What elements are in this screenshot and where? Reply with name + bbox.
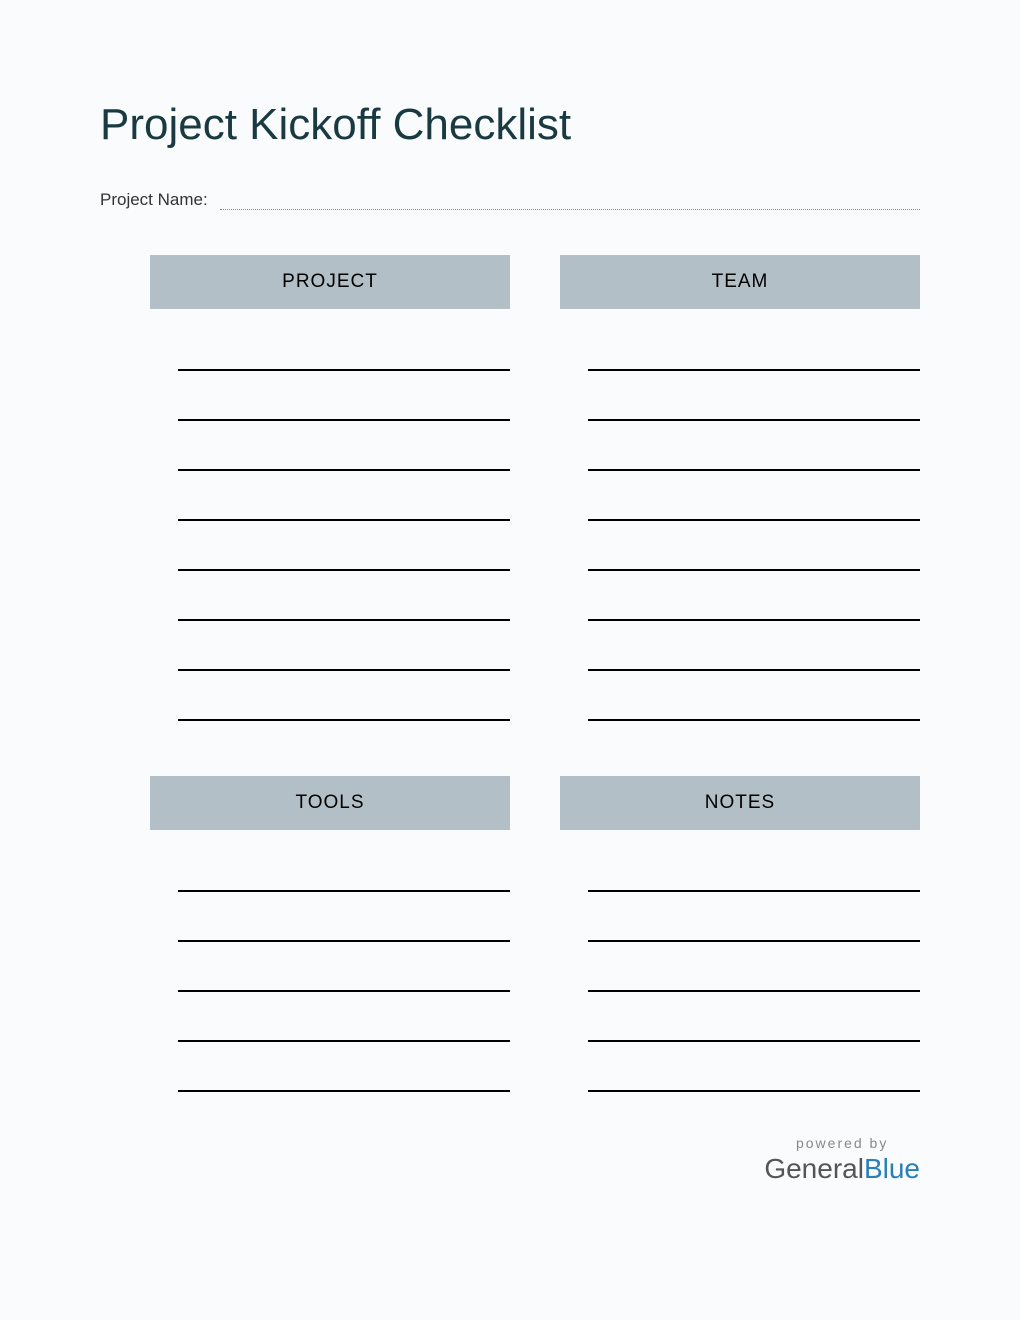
line-item[interactable] xyxy=(588,942,920,992)
project-name-label: Project Name: xyxy=(100,190,208,210)
section-lines-notes xyxy=(560,860,920,1092)
line-item[interactable] xyxy=(588,471,920,521)
line-item[interactable] xyxy=(588,860,920,892)
brand-part2: Blue xyxy=(864,1153,920,1184)
powered-by-label: powered by xyxy=(764,1135,920,1151)
section-project: PROJECT xyxy=(150,255,510,721)
project-name-row: Project Name: xyxy=(100,190,920,210)
section-tools: TOOLS xyxy=(150,776,510,1092)
line-item[interactable] xyxy=(178,892,510,942)
footer: powered by GeneralBlue xyxy=(764,1135,920,1185)
line-item[interactable] xyxy=(178,371,510,421)
brand-logo: GeneralBlue xyxy=(764,1153,920,1185)
line-item[interactable] xyxy=(588,521,920,571)
section-header-project: PROJECT xyxy=(150,255,510,309)
line-item[interactable] xyxy=(178,571,510,621)
line-item[interactable] xyxy=(588,421,920,471)
project-name-input-line[interactable] xyxy=(220,209,920,210)
section-team: TEAM xyxy=(560,255,920,721)
line-item[interactable] xyxy=(588,621,920,671)
line-item[interactable] xyxy=(178,621,510,671)
brand-part1: General xyxy=(764,1153,864,1184)
section-header-notes: NOTES xyxy=(560,776,920,830)
line-item[interactable] xyxy=(588,571,920,621)
line-item[interactable] xyxy=(178,339,510,371)
line-item[interactable] xyxy=(588,671,920,721)
page-title: Project Kickoff Checklist xyxy=(100,100,920,150)
line-item[interactable] xyxy=(178,992,510,1042)
section-header-team: TEAM xyxy=(560,255,920,309)
line-item[interactable] xyxy=(178,471,510,521)
section-lines-project xyxy=(150,339,510,721)
line-item[interactable] xyxy=(588,1042,920,1092)
line-item[interactable] xyxy=(588,992,920,1042)
section-header-tools: TOOLS xyxy=(150,776,510,830)
line-item[interactable] xyxy=(588,339,920,371)
line-item[interactable] xyxy=(178,421,510,471)
sections-grid: PROJECT TEAM TOOLS xyxy=(100,255,920,1092)
line-item[interactable] xyxy=(588,371,920,421)
section-lines-tools xyxy=(150,860,510,1092)
line-item[interactable] xyxy=(588,892,920,942)
line-item[interactable] xyxy=(178,1042,510,1092)
line-item[interactable] xyxy=(178,942,510,992)
line-item[interactable] xyxy=(178,860,510,892)
section-notes: NOTES xyxy=(560,776,920,1092)
line-item[interactable] xyxy=(178,671,510,721)
section-lines-team xyxy=(560,339,920,721)
line-item[interactable] xyxy=(178,521,510,571)
